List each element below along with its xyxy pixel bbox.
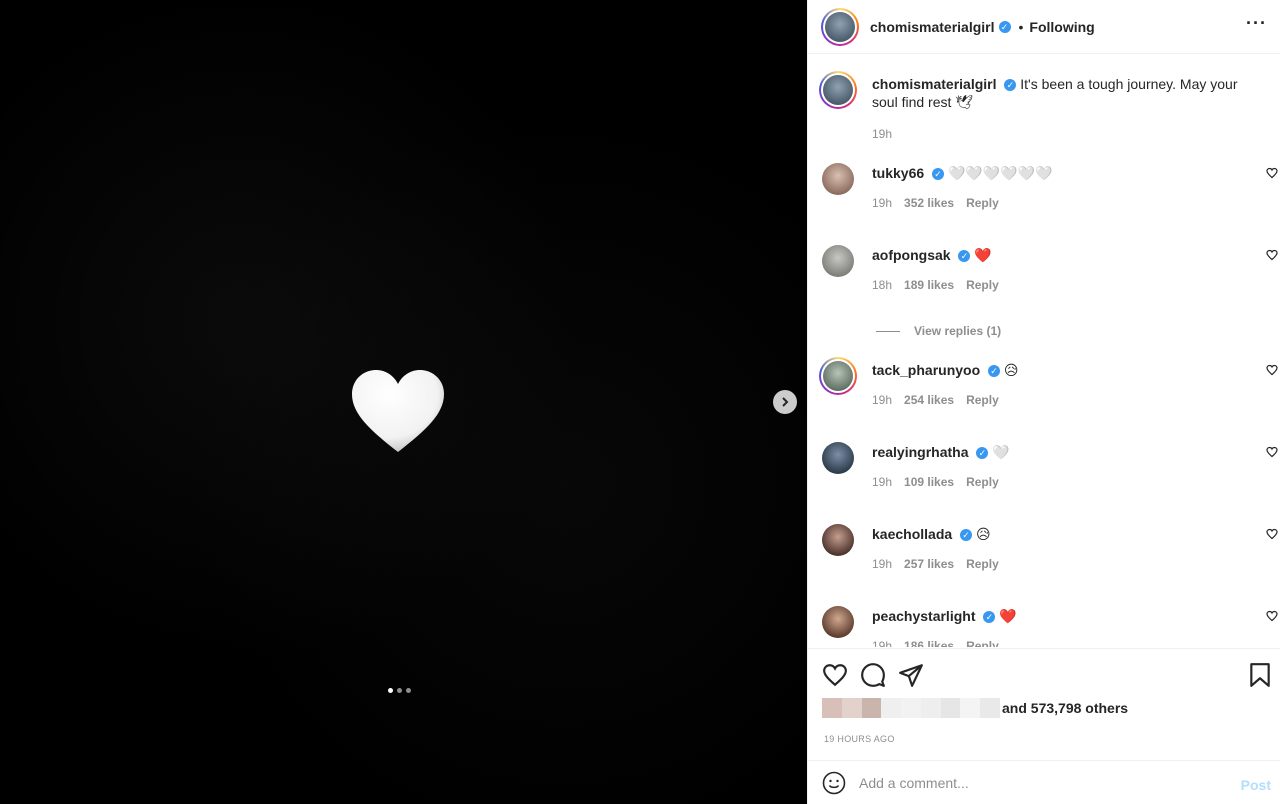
view-replies-label: View replies (1) bbox=[914, 324, 1002, 338]
post-comment-button[interactable]: Post bbox=[1241, 777, 1271, 793]
view-replies-line bbox=[876, 330, 900, 332]
comment-bubble-icon[interactable] bbox=[860, 662, 886, 688]
liker-avatars-blurred bbox=[822, 698, 1001, 718]
comment-time: 18h bbox=[872, 278, 893, 292]
comment-meta: 19h 254 likes Reply bbox=[872, 393, 999, 407]
comment-text: 😥 bbox=[975, 526, 991, 542]
comment-text: 😥 bbox=[1003, 362, 1019, 378]
like-heart-icon[interactable] bbox=[822, 662, 848, 688]
comment-input[interactable] bbox=[859, 774, 1219, 791]
post-actions: and 573,798 others 19 HOURS AGO bbox=[808, 648, 1280, 758]
verified-badge-icon: ✓ bbox=[960, 529, 973, 542]
commenter-avatar[interactable] bbox=[822, 163, 854, 195]
comment-time: 19h bbox=[872, 475, 893, 489]
comment-composer: Post bbox=[808, 760, 1280, 804]
comments-list[interactable]: chomismaterialgirl ✓ It's been a tough j… bbox=[808, 54, 1280, 647]
comment-username[interactable]: realyingrhatha bbox=[872, 444, 968, 460]
post-header: chomismaterialgirl ✓ • Following ··· bbox=[808, 0, 1280, 54]
carousel-dot bbox=[397, 688, 402, 693]
emoji-smiley-icon[interactable] bbox=[822, 771, 846, 795]
reply-button[interactable]: Reply bbox=[966, 475, 999, 489]
comment-like-icon[interactable] bbox=[1266, 249, 1278, 261]
author-avatar[interactable] bbox=[819, 71, 857, 109]
comment-likes[interactable]: 189 likes bbox=[904, 278, 954, 292]
comment-meta: 18h 189 likes Reply bbox=[872, 278, 999, 292]
post-timestamp: 19 HOURS AGO bbox=[824, 734, 895, 744]
reply-button[interactable]: Reply bbox=[966, 393, 999, 407]
comment-body: kaechollada ✓ 😥 bbox=[872, 525, 1252, 543]
comment-username[interactable]: peachystarlight bbox=[872, 608, 975, 624]
header-separator: • bbox=[1018, 18, 1024, 35]
comment-time: 19h bbox=[872, 557, 893, 571]
author-username[interactable]: chomismaterialgirl bbox=[870, 19, 995, 35]
comment-text: ❤️ bbox=[974, 247, 992, 263]
commenter-avatar[interactable] bbox=[822, 606, 854, 638]
commenter-avatar[interactable] bbox=[819, 357, 857, 395]
verified-badge-icon: ✓ bbox=[998, 20, 1011, 33]
commenter-avatar[interactable] bbox=[822, 442, 854, 474]
comment-username[interactable]: kaechollada bbox=[872, 526, 952, 542]
comment-text: 🤍🤍🤍🤍🤍🤍 bbox=[947, 165, 1053, 181]
reply-button[interactable]: Reply bbox=[966, 196, 999, 210]
reply-button[interactable]: Reply bbox=[966, 278, 999, 292]
carousel-dot bbox=[406, 688, 411, 693]
comment-time: 19h bbox=[872, 639, 893, 647]
verified-badge-icon: ✓ bbox=[983, 611, 996, 624]
carousel-dots bbox=[388, 688, 411, 693]
comment-meta: 19h 257 likes Reply bbox=[872, 557, 999, 571]
commenter-avatar[interactable] bbox=[822, 524, 854, 556]
verified-badge-icon: ✓ bbox=[1004, 79, 1017, 92]
comment-body: tukky66 ✓ 🤍🤍🤍🤍🤍🤍 bbox=[872, 164, 1252, 182]
verified-badge-icon: ✓ bbox=[958, 250, 971, 263]
likes-count[interactable]: and 573,798 others bbox=[1002, 700, 1128, 716]
comment-likes[interactable]: 186 likes bbox=[904, 639, 954, 647]
author-avatar[interactable] bbox=[821, 7, 859, 46]
commenter-avatar[interactable] bbox=[822, 245, 854, 277]
bookmark-icon[interactable] bbox=[1247, 662, 1273, 688]
comment-body: tack_pharunyoo ✓ 😥 bbox=[872, 361, 1252, 379]
chevron-right-icon bbox=[782, 397, 789, 407]
comment-like-icon[interactable] bbox=[1266, 528, 1278, 540]
comment-username[interactable]: tukky66 bbox=[872, 165, 924, 181]
comment-meta: 19h 109 likes Reply bbox=[872, 475, 999, 489]
comment-meta: 19h 352 likes Reply bbox=[872, 196, 999, 210]
carousel-dot bbox=[388, 688, 393, 693]
comment-like-icon[interactable] bbox=[1266, 610, 1278, 622]
reply-button[interactable]: Reply bbox=[966, 639, 999, 647]
likes-summary[interactable]: and 573,798 others bbox=[822, 698, 1128, 718]
post-panel: chomismaterialgirl ✓ • Following ··· cho… bbox=[807, 0, 1280, 804]
post-media bbox=[0, 0, 807, 804]
more-options-icon[interactable]: ··· bbox=[1246, 14, 1267, 32]
caption-body: chomismaterialgirl ✓ It's been a tough j… bbox=[872, 75, 1252, 111]
caption-username[interactable]: chomismaterialgirl bbox=[872, 76, 997, 92]
verified-badge-icon: ✓ bbox=[988, 365, 1001, 378]
comment-like-icon[interactable] bbox=[1266, 167, 1278, 179]
view-replies-button[interactable]: View replies (1) bbox=[876, 324, 1001, 338]
following-button[interactable]: Following bbox=[1029, 19, 1094, 35]
share-send-icon[interactable] bbox=[898, 662, 924, 688]
comment-body: peachystarlight ✓ ❤️ bbox=[872, 607, 1252, 625]
comment-body: realyingrhatha ✓ 🤍 bbox=[872, 443, 1252, 461]
comment-text: ❤️ bbox=[999, 608, 1017, 624]
comment-likes[interactable]: 254 likes bbox=[904, 393, 954, 407]
comment-likes[interactable]: 257 likes bbox=[904, 557, 954, 571]
comment-like-icon[interactable] bbox=[1266, 446, 1278, 458]
white-heart-image bbox=[352, 370, 444, 452]
comment-username[interactable]: aofpongsak bbox=[872, 247, 951, 263]
comment-time: 19h bbox=[872, 393, 893, 407]
comment-time: 19h bbox=[872, 196, 893, 210]
comment-username[interactable]: tack_pharunyoo bbox=[872, 362, 980, 378]
caption-meta: 19h bbox=[872, 127, 892, 141]
verified-badge-icon: ✓ bbox=[976, 447, 989, 460]
verified-badge-icon: ✓ bbox=[932, 168, 945, 181]
reply-button[interactable]: Reply bbox=[966, 557, 999, 571]
comment-likes[interactable]: 109 likes bbox=[904, 475, 954, 489]
comment-likes[interactable]: 352 likes bbox=[904, 196, 954, 210]
next-slide-button[interactable] bbox=[773, 390, 797, 414]
comment-text: 🤍 bbox=[992, 444, 1010, 460]
caption-time: 19h bbox=[872, 127, 893, 141]
comment-like-icon[interactable] bbox=[1266, 364, 1278, 376]
comment-meta: 19h 186 likes Reply bbox=[872, 639, 999, 647]
comment-body: aofpongsak ✓ ❤️ bbox=[872, 246, 1252, 264]
